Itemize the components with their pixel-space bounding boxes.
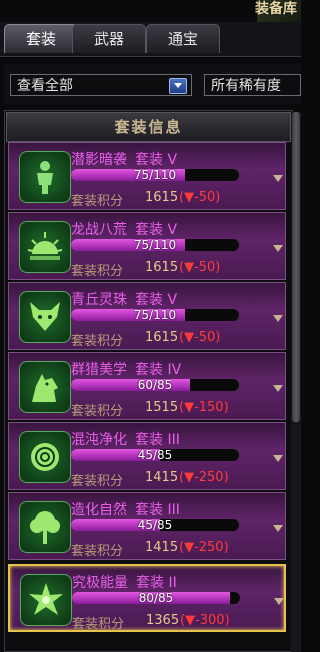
- set-score-value: 1615: [145, 330, 179, 345]
- scrollbar-thumb[interactable]: [292, 112, 300, 422]
- expand-chevron-icon[interactable]: [273, 315, 283, 322]
- expand-chevron-icon[interactable]: [273, 455, 283, 462]
- view-filter-select[interactable]: 查看全部: [10, 74, 192, 96]
- expand-chevron-icon[interactable]: [273, 385, 283, 392]
- set-score-label: 套装积分: [71, 194, 124, 209]
- set-name: 混沌净化 套装 III: [71, 429, 180, 449]
- tab-tongbao[interactable]: 通宝: [146, 24, 220, 53]
- set-score-delta: (▼-50): [179, 330, 221, 345]
- expand-chevron-icon[interactable]: [273, 525, 283, 532]
- set-score-delta: (▼-50): [179, 190, 221, 205]
- tab-sets[interactable]: 套装: [4, 24, 78, 53]
- set-list-item[interactable]: 青丘灵珠 套装 V 75/110 套装积分 1615 (▼-50): [8, 282, 286, 350]
- set-score-label: 套装积分: [71, 404, 124, 419]
- set-list-item[interactable]: 潜影暗袭 套装 V 75/110 套装积分 1615 (▼-50): [8, 142, 286, 210]
- set-progress-text: 75/110: [133, 308, 177, 322]
- set-list-item[interactable]: 究极能量 套装 II 80/85 套装积分 1365 (▼-300): [8, 564, 286, 632]
- set-tier: 套装 V: [135, 292, 178, 308]
- set-list-item[interactable]: 群猎美学 套装 IV 60/85 套装积分 1515 (▼-150): [8, 352, 286, 420]
- window-title: 装备库: [255, 1, 297, 17]
- rising-sun-icon: [19, 221, 71, 273]
- set-name-text: 混沌净化: [71, 432, 127, 448]
- set-name-text: 潜影暗袭: [71, 152, 127, 168]
- tab-weapons[interactable]: 武器: [72, 24, 146, 53]
- set-name: 青丘灵珠 套装 V: [71, 289, 177, 309]
- set-score-delta: (▼-250): [179, 540, 229, 555]
- expand-chevron-icon[interactable]: [274, 598, 284, 605]
- set-tier: 套装 V: [135, 222, 178, 238]
- expand-chevron-icon[interactable]: [273, 245, 283, 252]
- set-score-value: 1415: [145, 540, 179, 555]
- set-list-item[interactable]: 龙战八荒 套装 V 75/110 套装积分 1615 (▼-50): [8, 212, 286, 280]
- set-score-label: 套装积分: [71, 334, 124, 349]
- tree-icon: [19, 501, 71, 553]
- set-tier: 套装 IV: [135, 362, 182, 378]
- set-score-delta: (▼-50): [179, 260, 221, 275]
- set-progress-text: 45/85: [137, 448, 173, 462]
- set-name: 群猎美学 套装 IV: [71, 359, 181, 379]
- set-score-value: 1365: [146, 613, 180, 628]
- set-progress-text: 45/85: [137, 518, 173, 532]
- set-progress-text: 60/85: [137, 378, 173, 392]
- set-name-text: 造化自然: [71, 502, 127, 518]
- set-name: 潜影暗袭 套装 V: [71, 149, 177, 169]
- set-name: 造化自然 套装 III: [71, 499, 180, 519]
- set-score-value: 1415: [145, 470, 179, 485]
- set-score-value: 1615: [145, 190, 179, 205]
- view-filter-value: 查看全部: [17, 78, 73, 94]
- fox-icon: [19, 291, 71, 343]
- set-progress-text: 80/85: [138, 591, 174, 605]
- set-score-delta: (▼-250): [179, 470, 229, 485]
- set-tier: 套装 III: [135, 502, 180, 518]
- set-name: 究极能量 套装 II: [72, 572, 177, 592]
- set-name-text: 究极能量: [72, 575, 128, 591]
- set-tier: 套装 V: [135, 152, 178, 168]
- rose-icon: [19, 431, 71, 483]
- set-score-label: 套装积分: [71, 544, 124, 559]
- set-name-text: 群猎美学: [71, 362, 127, 378]
- set-score-label: 套装积分: [72, 617, 125, 632]
- wolf-icon: [19, 361, 71, 413]
- set-score-delta: (▼-300): [180, 613, 230, 628]
- set-tier: 套装 III: [135, 432, 180, 448]
- set-list-item[interactable]: 造化自然 套装 III 45/85 套装积分 1415 (▼-250): [8, 492, 286, 560]
- set-score-delta: (▼-150): [179, 400, 229, 415]
- rarity-filter-select[interactable]: 所有稀有度: [204, 74, 301, 96]
- set-score-value: 1515: [145, 400, 179, 415]
- set-list-item[interactable]: 混沌净化 套装 III 45/85 套装积分 1415 (▼-250): [8, 422, 286, 490]
- energy-star-icon: [20, 574, 72, 626]
- set-progress-text: 75/110: [133, 238, 177, 252]
- expand-chevron-icon[interactable]: [273, 175, 283, 182]
- set-name-text: 龙战八荒: [71, 222, 127, 238]
- set-score-label: 套装积分: [71, 474, 124, 489]
- set-tier: 套装 II: [136, 575, 177, 591]
- set-name: 龙战八荒 套装 V: [71, 219, 177, 239]
- chevron-down-icon[interactable]: [169, 78, 187, 94]
- set-progress-text: 75/110: [133, 168, 177, 182]
- set-score-label: 套装积分: [71, 264, 124, 279]
- section-title: 套装信息: [6, 112, 291, 142]
- set-score-value: 1615: [145, 260, 179, 275]
- set-name-text: 青丘灵珠: [71, 292, 127, 308]
- body-silhouette-icon: [19, 151, 71, 203]
